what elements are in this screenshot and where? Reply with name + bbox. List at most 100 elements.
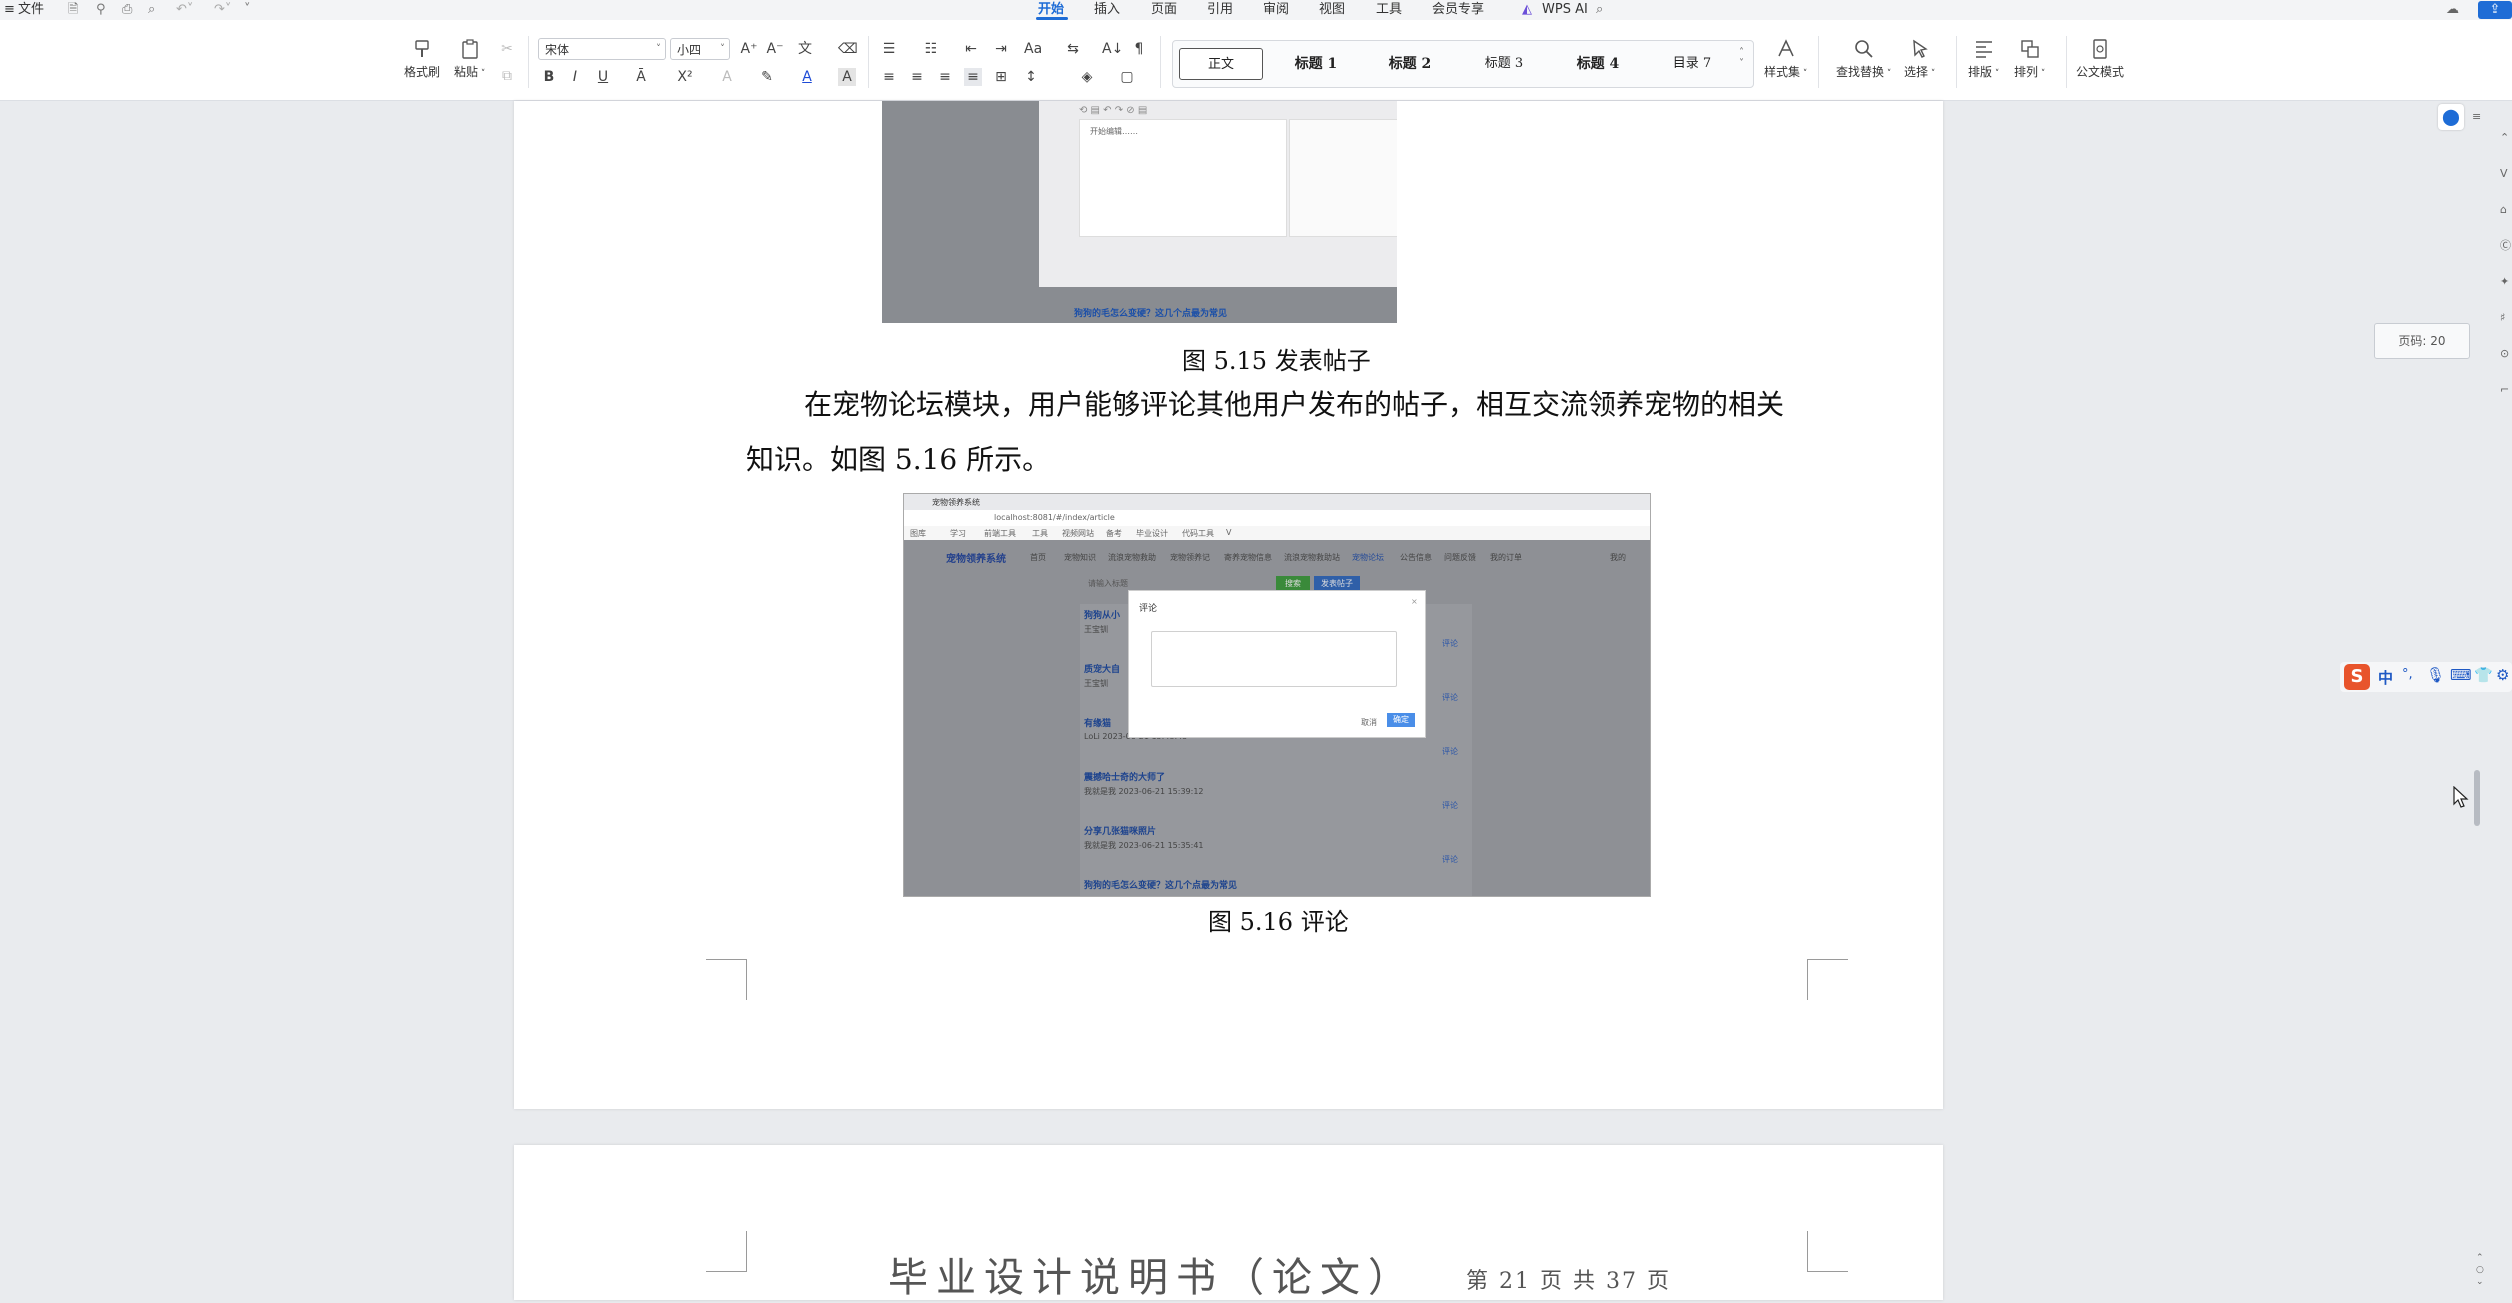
- strip-tool-icon[interactable]: ✦: [2500, 264, 2512, 300]
- sort-icon[interactable]: A↓: [1102, 40, 1123, 58]
- style-normal[interactable]: 正文: [1179, 48, 1263, 80]
- file-menu[interactable]: 文件: [18, 1, 44, 18]
- bold-icon[interactable]: B: [540, 68, 558, 86]
- browser-bookmarks: 图库 学习 前端工具 工具 视频网站 备考 毕业设计 代码工具 V: [904, 526, 1650, 540]
- hamburger-icon[interactable]: ≡: [4, 1, 15, 18]
- share-icon[interactable]: ⚲: [96, 1, 106, 18]
- grow-font-icon[interactable]: A⁺: [740, 40, 758, 58]
- tab-references[interactable]: 引用: [1207, 1, 1233, 18]
- tab-member[interactable]: 会员专享: [1432, 1, 1484, 18]
- strip-tool-icon[interactable]: ⌐: [2500, 372, 2512, 408]
- style-set-icon: [1778, 39, 1794, 57]
- highlight-icon[interactable]: ✎: [758, 68, 776, 86]
- shading-icon[interactable]: ◈: [1078, 68, 1096, 86]
- post-meta: 王宝钏: [1084, 625, 1108, 634]
- gallery-scroll-icon[interactable]: ˄ ˅: [1739, 47, 1744, 69]
- location-pin-icon[interactable]: ⬤: [2438, 104, 2464, 130]
- strikethrough-icon[interactable]: Ā: [632, 68, 650, 86]
- decrease-indent-icon[interactable]: ⇤: [962, 40, 980, 58]
- copy-icon[interactable]: ⧉: [498, 67, 516, 85]
- char-shading-icon[interactable]: A: [838, 68, 856, 86]
- tab-view[interactable]: 视图: [1319, 1, 1345, 18]
- numbered-list-icon[interactable]: ☷: [922, 40, 940, 58]
- style-heading-1[interactable]: 标题 1: [1273, 48, 1359, 80]
- text-effect-icon[interactable]: A: [718, 68, 736, 86]
- strip-tool-icon[interactable]: ⌂: [2500, 192, 2512, 228]
- tab-insert[interactable]: 插入: [1094, 1, 1120, 18]
- vertical-scrollbar[interactable]: [2472, 110, 2482, 1300]
- skin-icon[interactable]: 👕: [2474, 666, 2493, 684]
- strip-tool-icon[interactable]: Ⓒ: [2500, 228, 2512, 264]
- show-marks-icon[interactable]: ¶: [1130, 40, 1148, 58]
- superscript-icon[interactable]: X²: [676, 68, 694, 86]
- line-spacing-icon[interactable]: ↕: [1022, 68, 1040, 86]
- align-center-icon[interactable]: ≡: [908, 68, 926, 86]
- underline-icon[interactable]: U: [594, 68, 612, 86]
- style-toc-7[interactable]: 目录 7: [1649, 48, 1735, 80]
- site-nav-item: 流浪宠物救助: [1108, 553, 1156, 562]
- share-button[interactable]: ⇪: [2478, 1, 2512, 19]
- wps-ai-button[interactable]: WPS AI: [1542, 1, 1588, 18]
- page-number-indicator[interactable]: 页码: 20: [2374, 323, 2470, 359]
- more-chevron-icon[interactable]: ˅: [244, 1, 251, 18]
- select-label: 选择: [1904, 65, 1929, 79]
- cut-icon[interactable]: ✂: [498, 40, 516, 58]
- text-direction-icon[interactable]: ⇆: [1064, 40, 1082, 58]
- cloud-sync-icon[interactable]: ☁: [2446, 1, 2459, 18]
- find-replace-button[interactable]: 查找替换 ˅: [1836, 38, 1891, 80]
- tab-tools[interactable]: 工具: [1376, 1, 1402, 18]
- redo-icon[interactable]: ↷˅: [214, 1, 231, 18]
- tab-page[interactable]: 页面: [1151, 1, 1177, 18]
- shrink-font-icon[interactable]: A⁻: [766, 40, 784, 58]
- ime-punct-icon[interactable]: °,: [2402, 667, 2413, 682]
- save-icon[interactable]: 🗎: [68, 1, 78, 18]
- post-title: 震撼哈士奇的大师了: [1084, 773, 1166, 783]
- ime-settings-icon[interactable]: ⚙: [2496, 666, 2509, 684]
- strip-tool-icon[interactable]: V: [2500, 156, 2512, 192]
- select-button[interactable]: 选择 ˅: [1904, 38, 1935, 80]
- undo-icon[interactable]: ↶˅: [176, 1, 193, 18]
- increase-indent-icon[interactable]: ⇥: [992, 40, 1010, 58]
- strip-tool-icon[interactable]: ⊙: [2500, 336, 2512, 372]
- clear-format-icon[interactable]: ⌫: [838, 40, 858, 58]
- font-name-select[interactable]: 宋体 ˅: [538, 38, 666, 60]
- print-preview-icon[interactable]: ⌕: [148, 1, 155, 18]
- paste-button[interactable]: 粘贴 ˅: [454, 38, 485, 80]
- search-icon[interactable]: ⌕: [1596, 1, 1603, 18]
- tab-home[interactable]: 开始: [1038, 1, 1064, 18]
- sogou-ime-icon[interactable]: S: [2344, 664, 2370, 690]
- border-icon[interactable]: ▢: [1118, 68, 1136, 86]
- justify-icon[interactable]: ≡: [964, 68, 982, 86]
- scrollbar-thumb[interactable]: [2474, 770, 2480, 826]
- page-nav-buttons[interactable]: ⌃ ○ ⌄: [2476, 1252, 2484, 1288]
- print-icon[interactable]: ⎙: [122, 1, 132, 18]
- style-heading-2[interactable]: 标题 2: [1367, 48, 1453, 80]
- change-case-icon[interactable]: Aa: [1024, 40, 1042, 58]
- strip-tool-icon[interactable]: ⌃: [2500, 120, 2512, 156]
- layout-icon: [1975, 41, 1992, 58]
- format-painter-button[interactable]: 格式刷: [404, 38, 440, 80]
- official-doc-mode-button[interactable]: 公文模式: [2076, 38, 2124, 80]
- strip-tool-icon[interactable]: ♯: [2500, 300, 2512, 336]
- align-right-icon[interactable]: ≡: [936, 68, 954, 86]
- font-size-value: 小四: [677, 43, 702, 57]
- site-nav-item: 宠物论坛: [1352, 553, 1384, 562]
- keyboard-icon[interactable]: ⌨: [2450, 666, 2472, 684]
- microphone-icon[interactable]: 🎙: [2426, 666, 2445, 684]
- font-color-icon[interactable]: A: [798, 68, 816, 86]
- italic-icon[interactable]: I: [566, 68, 584, 86]
- browser-tabbar: 宠物领养系统: [904, 494, 1650, 510]
- style-heading-4[interactable]: 标题 4: [1555, 48, 1641, 80]
- style-set-button[interactable]: 样式集 ˅: [1764, 38, 1807, 80]
- layout-button[interactable]: 排版 ˅: [1968, 38, 1999, 80]
- tab-review[interactable]: 审阅: [1263, 1, 1289, 18]
- arrange-button[interactable]: 排列 ˅: [2014, 38, 2045, 80]
- site-dimmed-bg: 宠物领养系统 首页 宠物知识 流浪宠物救助 宠物领养记 寄养宠物信息 流浪宠物救…: [904, 540, 1650, 896]
- ime-mode[interactable]: 中: [2378, 667, 2393, 688]
- align-left-icon[interactable]: ≡: [880, 68, 898, 86]
- style-heading-3[interactable]: 标题 3: [1461, 48, 1547, 80]
- phonetic-icon[interactable]: 文: [796, 40, 814, 58]
- bullet-list-icon[interactable]: ☰: [880, 40, 898, 58]
- distributed-icon[interactable]: ⊞: [992, 68, 1010, 86]
- font-size-select[interactable]: 小四 ˅: [670, 38, 730, 60]
